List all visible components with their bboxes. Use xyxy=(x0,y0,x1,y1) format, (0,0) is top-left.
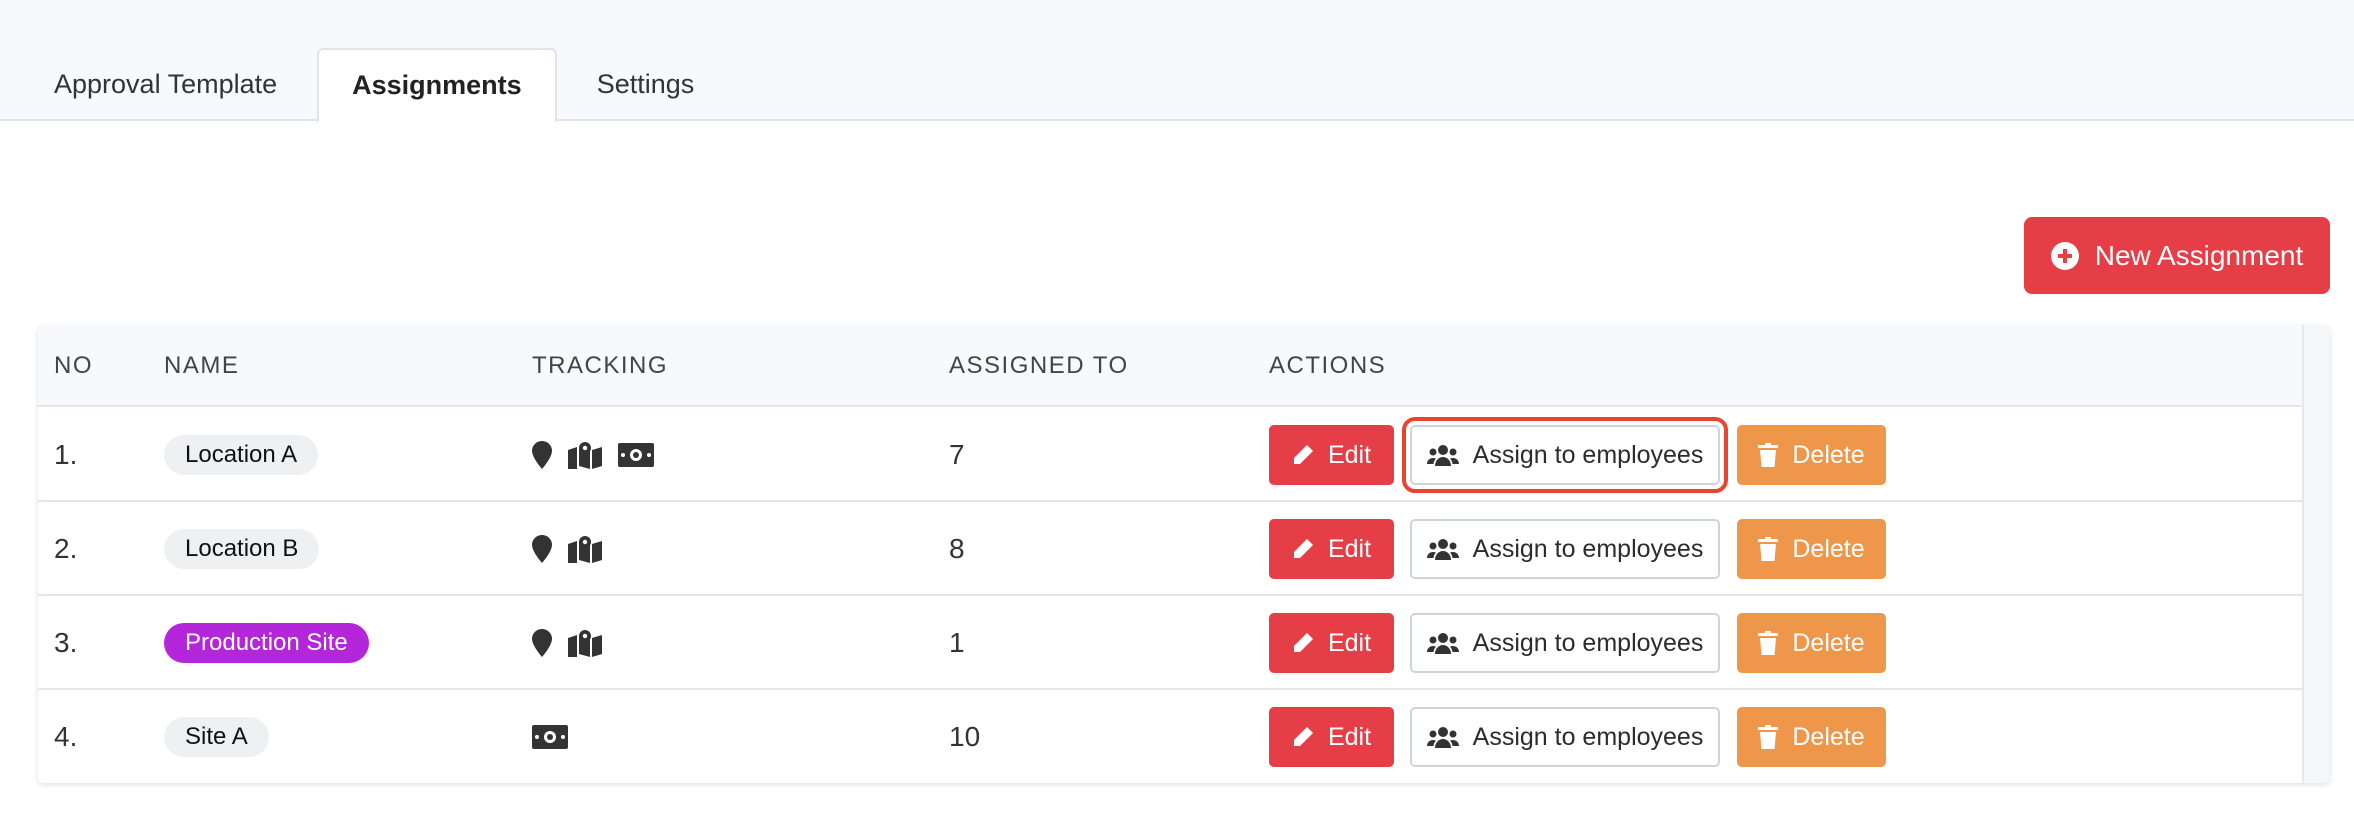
edit-button[interactable]: Edit xyxy=(1269,707,1394,767)
delete-button[interactable]: Delete xyxy=(1737,613,1886,673)
table-header: NO NAME TRACKING ASSIGNED TO ACTIONS xyxy=(38,325,2302,407)
delete-label: Delete xyxy=(1792,440,1865,469)
assign-label: Assign to employees xyxy=(1472,722,1704,751)
map-icon xyxy=(568,536,602,563)
location-pin-icon xyxy=(532,441,552,469)
name-tag: Location A xyxy=(164,435,319,475)
tabs: Approval Template Assignments Settings xyxy=(0,48,748,123)
row-number: 1. xyxy=(54,439,78,470)
assign-label: Assign to employees xyxy=(1472,534,1704,563)
header-name: NAME xyxy=(164,352,240,379)
tracking-cell xyxy=(532,502,602,596)
assign-to-employees-button[interactable]: Assign to employees xyxy=(1410,707,1720,767)
header-no: NO xyxy=(54,352,93,379)
users-icon xyxy=(1426,539,1459,560)
assign-label: Assign to employees xyxy=(1472,440,1704,469)
row-number: 2. xyxy=(54,533,78,564)
delete-button[interactable]: Delete xyxy=(1737,707,1886,767)
pencil-icon xyxy=(1293,633,1313,652)
edit-button[interactable]: Edit xyxy=(1269,613,1394,673)
users-icon xyxy=(1426,727,1459,748)
users-icon xyxy=(1426,445,1459,466)
trash-icon xyxy=(1758,725,1779,749)
name-tag: Production Site xyxy=(164,623,369,663)
tracking-cell xyxy=(532,408,654,502)
header-actions: ACTIONS xyxy=(1269,352,1387,379)
new-assignment-label: New Assignment xyxy=(2094,239,2304,271)
pencil-icon xyxy=(1293,539,1313,558)
map-icon xyxy=(568,442,602,469)
header-assigned-to: ASSIGNED TO xyxy=(949,352,1129,379)
tab-assignments[interactable]: Assignments xyxy=(317,48,557,123)
delete-button[interactable]: Delete xyxy=(1737,519,1886,579)
edit-button[interactable]: Edit xyxy=(1269,519,1394,579)
tracking-cell xyxy=(532,690,568,783)
plus-circle-icon xyxy=(2050,241,2079,270)
row-number: 3. xyxy=(54,627,78,658)
table-row: 3. Production Site 1 Edit Assign to empl… xyxy=(38,596,2302,690)
delete-label: Delete xyxy=(1792,628,1865,657)
assign-to-employees-button[interactable]: Assign to employees xyxy=(1410,613,1720,673)
tab-approval-template[interactable]: Approval Template xyxy=(0,48,317,121)
name-tag: Site A xyxy=(164,717,269,757)
name-cell: Production Site xyxy=(164,596,369,690)
tracking-cell xyxy=(532,596,602,690)
delete-label: Delete xyxy=(1792,534,1865,563)
users-icon xyxy=(1426,633,1459,654)
table-row: 4. Site A 10 Edit Assign to employees De… xyxy=(38,690,2302,783)
name-cell: Location B xyxy=(164,502,320,596)
assignments-table: NO NAME TRACKING ASSIGNED TO ACTIONS 1. … xyxy=(38,325,2330,783)
location-pin-icon xyxy=(532,535,552,563)
edit-button[interactable]: Edit xyxy=(1269,425,1394,485)
edit-label: Edit xyxy=(1327,628,1372,657)
edit-label: Edit xyxy=(1327,440,1372,469)
assigned-count: 7 xyxy=(949,439,965,470)
edit-label: Edit xyxy=(1327,534,1372,563)
assigned-count: 1 xyxy=(949,627,965,658)
delete-label: Delete xyxy=(1792,722,1865,751)
name-cell: Location A xyxy=(164,408,319,502)
assign-to-employees-button[interactable]: Assign to employees xyxy=(1410,519,1720,579)
table-row: 2. Location B 8 Edit Assign to employees… xyxy=(38,502,2302,596)
assign-to-employees-button[interactable]: Assign to employees xyxy=(1402,417,1728,493)
money-icon xyxy=(532,725,568,749)
name-tag: Location B xyxy=(164,529,320,569)
money-icon xyxy=(618,443,654,467)
map-icon xyxy=(568,630,602,657)
assigned-count: 10 xyxy=(949,721,981,752)
vertical-scrollbar[interactable] xyxy=(2302,325,2330,783)
pencil-icon xyxy=(1293,445,1313,464)
pencil-icon xyxy=(1293,727,1313,746)
new-assignment-button[interactable]: New Assignment xyxy=(2024,217,2330,294)
location-pin-icon xyxy=(532,629,552,657)
edit-label: Edit xyxy=(1327,722,1372,751)
name-cell: Site A xyxy=(164,690,269,783)
table-row: 1. Location A 7 Edit Assign to employees… xyxy=(38,408,2302,502)
trash-icon xyxy=(1758,537,1779,561)
header-tracking: TRACKING xyxy=(532,352,669,379)
delete-button[interactable]: Delete xyxy=(1737,425,1886,485)
trash-icon xyxy=(1758,443,1779,467)
tab-settings[interactable]: Settings xyxy=(557,48,749,121)
trash-icon xyxy=(1758,631,1779,655)
assigned-count: 8 xyxy=(949,533,965,564)
tab-bar: Approval Template Assignments Settings xyxy=(0,0,2354,123)
assign-label: Assign to employees xyxy=(1472,628,1704,657)
row-number: 4. xyxy=(54,721,78,752)
